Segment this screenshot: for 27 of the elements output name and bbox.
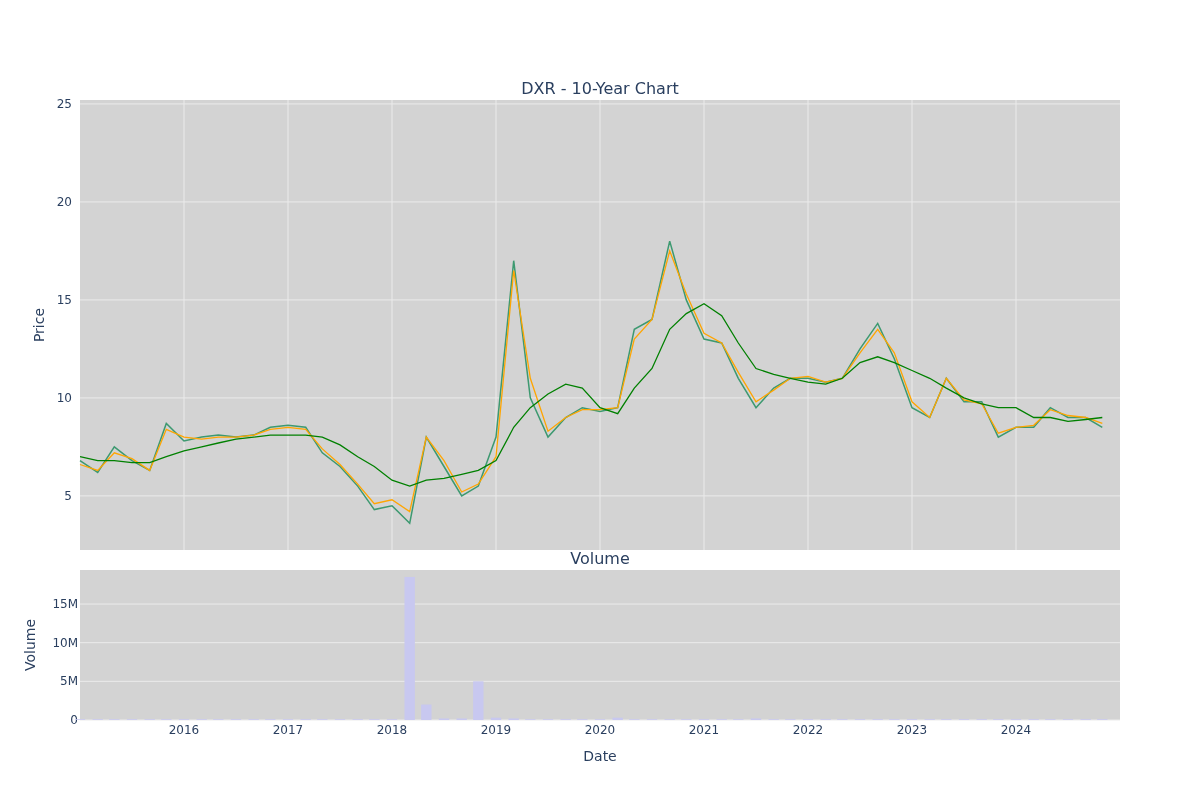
axis-label: Volume <box>22 618 38 672</box>
tick-label: 2017 <box>272 723 304 737</box>
tick-label: 10 <box>56 390 72 405</box>
chart-title: DXR - 10-Year Chart <box>521 79 679 98</box>
tick-label: 2024 <box>1000 723 1032 737</box>
tick-label: 5 <box>64 488 72 503</box>
tick-label: 2021 <box>688 723 720 737</box>
tick-label: 5M <box>60 674 78 689</box>
tick-label: 2020 <box>584 723 616 737</box>
tick-label: 2016 <box>168 723 200 737</box>
tick-label: 10M <box>52 635 78 650</box>
tick-label: 2022 <box>792 723 824 737</box>
axis-label: Price <box>31 307 47 343</box>
axis-label: Date <box>583 748 617 764</box>
chart-title: Volume <box>570 549 630 568</box>
tick-label: 15M <box>52 597 78 611</box>
volume-bar <box>473 681 484 720</box>
tick-label: 20 <box>56 194 72 209</box>
tick-label: 2019 <box>480 723 512 737</box>
volume-bar <box>612 717 623 720</box>
tick-label: 15 <box>56 292 72 307</box>
volume-bar <box>490 717 502 720</box>
tick-label: 25 <box>56 96 72 111</box>
tick-label: 0 <box>70 713 78 727</box>
volume-bar <box>421 704 432 720</box>
tick-label: 2018 <box>376 723 408 737</box>
tick-label: 2023 <box>896 723 928 737</box>
